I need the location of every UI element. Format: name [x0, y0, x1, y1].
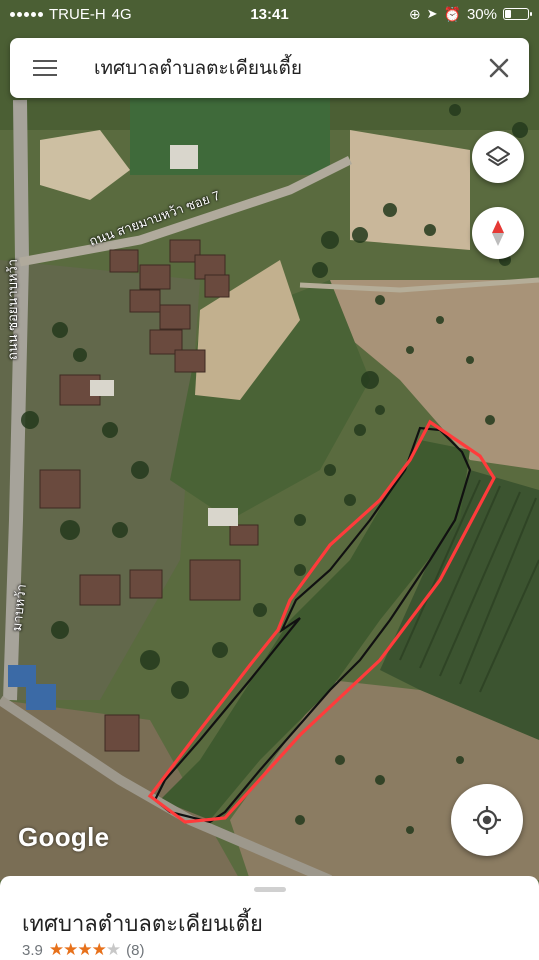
menu-button[interactable] — [10, 38, 80, 98]
star-icon: ★ — [63, 940, 78, 959]
layers-button[interactable] — [472, 131, 524, 183]
hamburger-menu-icon — [33, 59, 57, 77]
battery-percent: 30% — [466, 5, 497, 23]
star-icon: ★ — [105, 940, 121, 959]
carrier-label: TRUE-H — [49, 5, 106, 23]
star-icon: ★ — [48, 940, 64, 959]
orientation-lock-icon: ⊕ — [408, 5, 421, 22]
rating-row[interactable]: 3.9 ★ ★ ★ ★ ★ (8) — [22, 940, 144, 960]
signal-strength-icon — [10, 11, 43, 17]
place-name: เทศบาลตำบลตะเคียนเตี้ย — [22, 911, 263, 936]
rating-value: 3.9 — [22, 941, 43, 959]
close-search-button[interactable] — [469, 38, 529, 98]
layers-icon — [486, 146, 510, 166]
status-right: ⊕ ➤ ⏰ 30% — [408, 5, 532, 23]
close-icon — [489, 58, 509, 78]
place-bottom-sheet[interactable]: เทศบาลตำบลตะเคียนเตี้ย 3.9 ★ ★ ★ ★ ★ (8) — [0, 876, 539, 960]
sheet-drag-handle[interactable] — [254, 887, 286, 892]
search-bar[interactable]: เทศบาลตำบลตะเคียนเตี้ย — [10, 38, 529, 98]
network-label: 4G — [111, 5, 132, 23]
compass-icon — [492, 220, 504, 246]
location-arrow-icon: ➤ — [426, 6, 438, 21]
road-label-vertical: ถนน ซอยนาบหว้า — [5, 258, 20, 360]
my-location-icon — [473, 806, 501, 834]
status-left: TRUE-H 4G — [10, 6, 409, 23]
status-bar: TRUE-H 4G 13:41 ⊕ ➤ ⏰ 30% — [0, 0, 539, 28]
star-icon: ★ — [91, 940, 107, 959]
search-query[interactable]: เทศบาลตำบลตะเคียนเตี้ย — [80, 53, 469, 83]
rating-stars: ★ ★ ★ ★ ★ — [48, 940, 121, 960]
my-location-button[interactable] — [451, 784, 523, 856]
compass-button[interactable] — [472, 207, 524, 259]
star-icon: ★ — [77, 940, 92, 959]
alarm-icon: ⏰ — [443, 5, 461, 22]
review-count: (8) — [126, 941, 145, 959]
battery-icon — [503, 8, 532, 20]
google-logo: Google — [18, 822, 110, 852]
